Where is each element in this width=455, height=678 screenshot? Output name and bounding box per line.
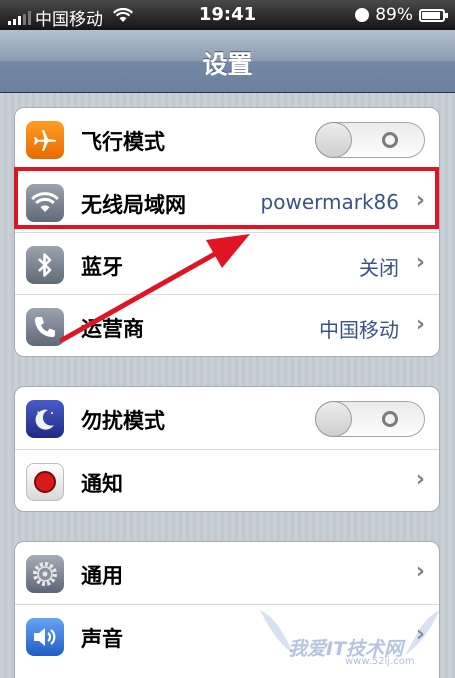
bluetooth-label: 蓝牙 xyxy=(81,255,123,279)
settings-group-connectivity: 飞行模式 无线局域网 powermark86 › 蓝牙 关闭 › 运营商 中国移… xyxy=(14,107,440,357)
settings-row-general[interactable]: 通用 › xyxy=(15,542,439,604)
settings-row-do-not-disturb[interactable]: 勿扰模式 xyxy=(15,387,439,449)
toggle-knob xyxy=(315,122,352,158)
watermark-url: www.52ij.com xyxy=(345,656,415,667)
chevron-right-icon: › xyxy=(415,467,425,492)
do-not-disturb-label: 勿扰模式 xyxy=(81,409,165,433)
settings-row-bluetooth[interactable]: 蓝牙 关闭 › xyxy=(15,232,439,294)
status-bar: 中国移动 19:41 89% xyxy=(0,0,455,30)
toggle-knob xyxy=(315,401,352,437)
airplane-icon xyxy=(26,121,64,159)
chevron-right-icon: › xyxy=(415,559,425,584)
toggle-off-icon xyxy=(382,411,398,427)
battery-icon xyxy=(419,8,448,22)
general-label: 通用 xyxy=(81,564,123,588)
do-not-disturb-toggle[interactable] xyxy=(315,401,425,437)
carrier-value: 中国移动 xyxy=(319,318,399,342)
bluetooth-status: 关闭 xyxy=(359,256,399,280)
carrier-label: 运营商 xyxy=(81,317,144,341)
sounds-label: 声音 xyxy=(81,627,123,651)
settings-row-airplane-mode[interactable]: 飞行模式 xyxy=(15,108,439,170)
highlight-annotation xyxy=(14,167,439,229)
settings-row-notifications[interactable]: 通知 › xyxy=(15,449,439,511)
battery-percentage: 89% xyxy=(375,5,413,25)
moon-icon xyxy=(26,400,64,438)
bluetooth-icon xyxy=(26,246,64,284)
chevron-right-icon: › xyxy=(415,312,425,337)
chevron-right-icon: › xyxy=(415,250,425,275)
settings-group-notifications: 勿扰模式 通知 › xyxy=(14,386,440,512)
gear-icon xyxy=(26,555,64,593)
airplane-mode-toggle[interactable] xyxy=(315,122,425,158)
page-title: 设置 xyxy=(202,50,253,79)
rotation-lock-icon xyxy=(355,8,370,22)
toggle-off-icon xyxy=(382,132,398,148)
airplane-mode-label: 飞行模式 xyxy=(81,130,165,154)
navigation-bar: 设置 xyxy=(0,30,455,93)
settings-row-carrier[interactable]: 运营商 中国移动 › xyxy=(15,294,439,356)
status-right: 89% xyxy=(355,5,448,25)
notification-icon xyxy=(26,463,64,501)
phone-icon xyxy=(26,308,64,346)
watermark: 我爱IT技术网 www.52ij.com xyxy=(250,600,450,670)
notifications-label: 通知 xyxy=(81,472,123,496)
speaker-icon xyxy=(26,618,64,656)
